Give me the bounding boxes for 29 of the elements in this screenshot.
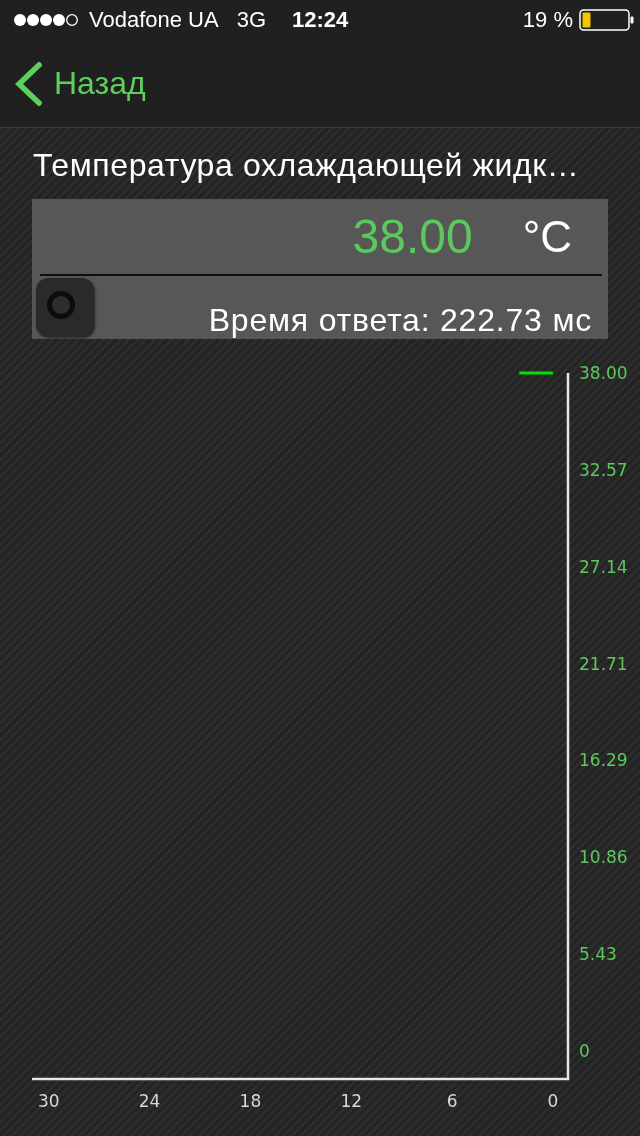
x-tick-label: 18: [239, 1091, 262, 1111]
y-tick-label: 27.14: [579, 556, 628, 577]
battery-percent: 19 %: [522, 7, 573, 33]
sensor-title: Температура охлаждающей жидк…: [32, 146, 581, 185]
network-type: 3G: [236, 7, 267, 33]
clock-time: 12:24: [292, 7, 349, 33]
y-tick-label: 38.00: [579, 363, 628, 383]
y-tick-label: 21.71: [579, 653, 628, 674]
battery-icon: [579, 9, 635, 31]
x-tick-label: 12: [340, 1091, 363, 1111]
carrier-name: Vodafone UA: [89, 7, 219, 33]
unit-label: °C: [522, 211, 572, 262]
back-button[interactable]: Назад: [14, 61, 146, 106]
x-tick-label: 24: [138, 1091, 161, 1111]
x-tick-label: 30: [38, 1091, 60, 1111]
y-tick-label: 0: [579, 1041, 590, 1061]
x-tick-label: 6: [446, 1091, 458, 1111]
y-tick-label: 5.43: [579, 944, 617, 965]
ring-button[interactable]: [36, 278, 94, 336]
y-tick-label: 32.57: [579, 459, 628, 480]
sensor-value: 38.00: [352, 209, 473, 264]
y-tick-label: 16.29: [579, 750, 628, 771]
back-label: Назад: [54, 65, 146, 102]
ring-icon: [46, 290, 76, 320]
signal-icon: [13, 13, 79, 27]
response-time: Время ответа: 222.73 мс: [208, 302, 592, 338]
chevron-left-icon: [14, 61, 42, 106]
y-tick-label: 10.86: [579, 847, 628, 868]
x-tick-label: 0: [547, 1091, 559, 1111]
